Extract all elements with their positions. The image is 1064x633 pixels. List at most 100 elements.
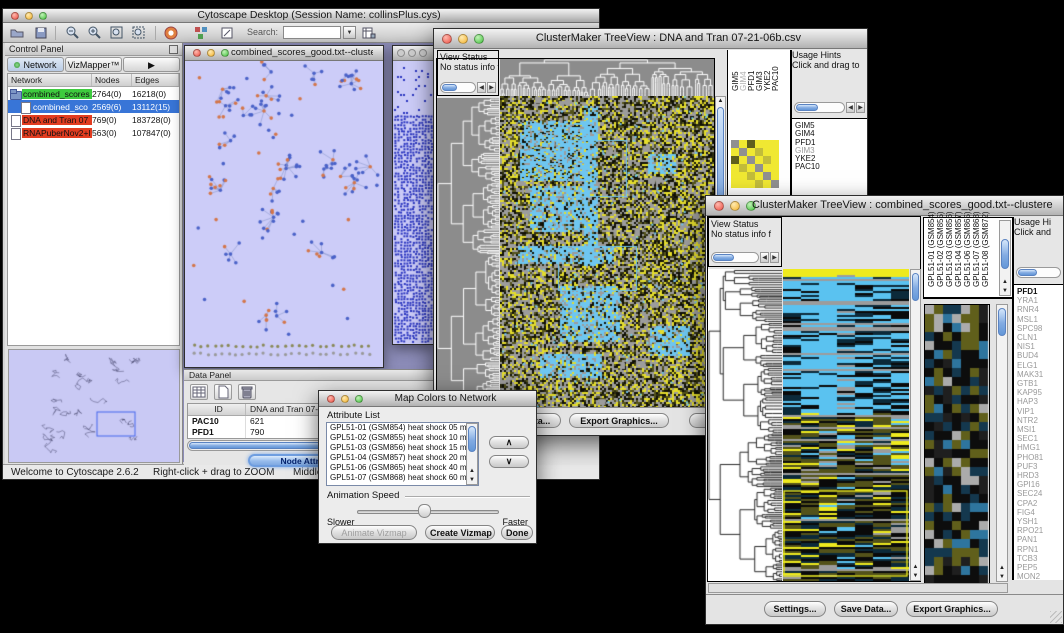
scroll-right-icon[interactable]: ▶ (770, 252, 779, 263)
column-label[interactable]: GPL51-07 (GSM868) (971, 220, 980, 296)
gene-label[interactable]: RPN1 (1017, 545, 1063, 554)
close-icon[interactable] (714, 201, 724, 211)
scroll-left-icon[interactable]: ◀ (760, 252, 769, 263)
background-network-window[interactable] (392, 45, 434, 345)
gene-label[interactable]: YKE2 (795, 155, 867, 163)
close-icon[interactable] (11, 12, 19, 20)
tab[interactable]: Network (7, 57, 64, 72)
new-document-icon[interactable] (214, 384, 232, 400)
close-icon[interactable] (442, 34, 452, 44)
gene-label[interactable]: TCB3 (1017, 554, 1063, 563)
gene-label[interactable]: PFD1 (1017, 287, 1063, 296)
scrollbar-thumb[interactable] (1018, 269, 1037, 276)
vizmap-icon[interactable] (193, 25, 209, 41)
column-header[interactable]: Edges (132, 74, 179, 86)
similarity-matrix[interactable] (731, 140, 779, 188)
column-label[interactable]: GPL51-06 (GSM865) (962, 220, 971, 296)
gene-label[interactable]: NTR2 (1017, 416, 1063, 425)
scrollbar-thumb[interactable] (998, 308, 1006, 336)
action-button[interactable]: Save Data... (834, 601, 898, 617)
gene-label[interactable]: GTB1 (1017, 379, 1063, 388)
minimize-icon[interactable] (25, 12, 33, 20)
help-lifesaver-icon[interactable] (163, 25, 179, 41)
minimize-icon[interactable] (730, 201, 740, 211)
move-up-button[interactable]: ∧ (489, 436, 529, 449)
row-dendrogram[interactable] (708, 269, 782, 581)
scroll-up-icon[interactable]: ▲ (1000, 278, 1010, 286)
scrollbar-track[interactable] (711, 252, 759, 263)
scroll-left-icon[interactable]: ◀ (477, 82, 486, 93)
network-table-header[interactable]: Network Nodes Edges (8, 74, 179, 87)
scroll-left-icon[interactable]: ◀ (846, 102, 855, 113)
action-button[interactable]: Export Graphics... (906, 601, 998, 617)
table-row[interactable]: RNAPuberNov2+I 563(0) 107847(0) (8, 126, 179, 139)
zoom-selected-icon[interactable] (131, 25, 147, 41)
column-dendrogram[interactable] (500, 59, 714, 96)
gene-label[interactable]: GIM5 (795, 122, 867, 130)
zoom-fit-icon[interactable] (109, 25, 125, 41)
gene-label[interactable]: GIM4 (795, 130, 867, 138)
gene-label[interactable]: PAN1 (1017, 535, 1063, 544)
scroll-up-icon[interactable]: ▲ (911, 563, 920, 571)
action-button[interactable]: Export Graphics... (569, 413, 669, 428)
scroll-down-icon[interactable]: ▼ (1000, 287, 1010, 295)
gene-label[interactable]: PFD1 (795, 139, 867, 147)
mini-scrollbar[interactable]: ◀ ▶ (711, 252, 779, 263)
search-input[interactable] (283, 26, 341, 39)
gene-label[interactable]: MAK31 (1017, 370, 1063, 379)
gene-label[interactable]: VIP1 (1017, 407, 1063, 416)
close-icon[interactable] (193, 49, 201, 57)
scrollbar-track[interactable] (1016, 267, 1061, 278)
action-button[interactable]: Settings... (764, 601, 826, 617)
maximize-icon[interactable] (355, 395, 363, 403)
gene-label[interactable]: SEC1 (1017, 434, 1063, 443)
column-label[interactable]: GPL51-02 (GSM855) (935, 220, 944, 296)
label-scrollbar[interactable]: ▲ ▼ (999, 220, 1011, 296)
gene-label[interactable]: ELG1 (1017, 361, 1063, 370)
table-grid-icon[interactable] (190, 384, 208, 400)
dense-network-canvas[interactable] (393, 61, 434, 344)
column-label[interactable]: GIM5 (730, 56, 738, 100)
column-header[interactable]: Nodes (92, 74, 132, 86)
horizontal-scrollbar[interactable] (708, 583, 1008, 593)
gene-label[interactable]: HAP3 (1017, 397, 1063, 406)
maximize-icon[interactable] (39, 12, 47, 20)
attribute-item[interactable]: GPL51-02 (GSM855) heat shock 10 min (327, 433, 478, 443)
scrollbar-thumb[interactable] (1001, 239, 1009, 269)
gene-label[interactable]: GPI16 (1017, 480, 1063, 489)
speed-slider-thumb[interactable] (418, 504, 431, 518)
gene-label[interactable]: MSI1 (1017, 425, 1063, 434)
scrollbar-thumb[interactable] (912, 273, 919, 301)
table-row[interactable]: combined_scores 2764(0) 16218(0) (8, 87, 179, 100)
titlebar[interactable]: Map Colors to Network (319, 391, 536, 407)
gene-label[interactable]: RNR4 (1017, 305, 1063, 314)
gene-label[interactable]: PUF3 (1017, 462, 1063, 471)
mini-scrollbar[interactable]: ◀ ▶ (440, 82, 496, 93)
gene-label[interactable]: PEP5 (1017, 563, 1063, 572)
scrollbar-track[interactable] (794, 102, 845, 113)
close-icon[interactable] (397, 49, 405, 57)
zoom-out-icon[interactable] (65, 25, 81, 41)
heatmap[interactable] (500, 96, 714, 408)
gene-label[interactable]: SPC98 (1017, 324, 1063, 333)
gene-label[interactable]: CPA2 (1017, 499, 1063, 508)
maximize-icon[interactable] (221, 49, 229, 57)
gene-label[interactable]: KAP95 (1017, 388, 1063, 397)
column-label[interactable]: GIM3 (754, 56, 762, 100)
gene-label[interactable]: PAC10 (795, 163, 867, 171)
dialog-button[interactable]: Animate Vizmap (331, 525, 417, 540)
tab[interactable]: VizMapper™ (65, 57, 122, 72)
mini-scrollbar[interactable]: ◀ ▶ (794, 102, 865, 113)
import-table-icon[interactable] (361, 25, 377, 41)
open-file-icon[interactable] (9, 25, 25, 41)
scrollbar-thumb[interactable] (468, 426, 476, 452)
vertical-scrollbar[interactable]: ▲ ▼ (996, 304, 1008, 582)
minimize-icon[interactable] (408, 49, 416, 57)
attribute-item[interactable]: GPL51-06 (GSM865) heat shock 40 min (327, 463, 478, 473)
table-row[interactable]: combined_sco 2569(6) 13112(15) (8, 100, 179, 113)
resize-grip[interactable] (1050, 611, 1062, 623)
gene-label[interactable]: PHO81 (1017, 453, 1063, 462)
trash-icon[interactable] (238, 384, 256, 400)
column-label[interactable]: GPL51-04 (GSM857) (953, 220, 962, 296)
dialog-button[interactable]: Create Vizmap (425, 525, 495, 540)
